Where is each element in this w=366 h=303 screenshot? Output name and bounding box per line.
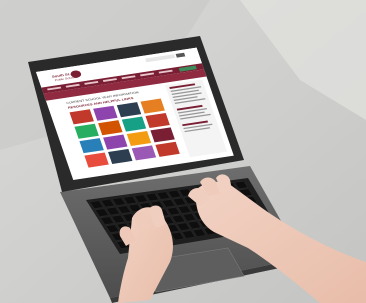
photo-scene: South St. Paul Public Schools CURRENT SC… <box>0 0 366 303</box>
